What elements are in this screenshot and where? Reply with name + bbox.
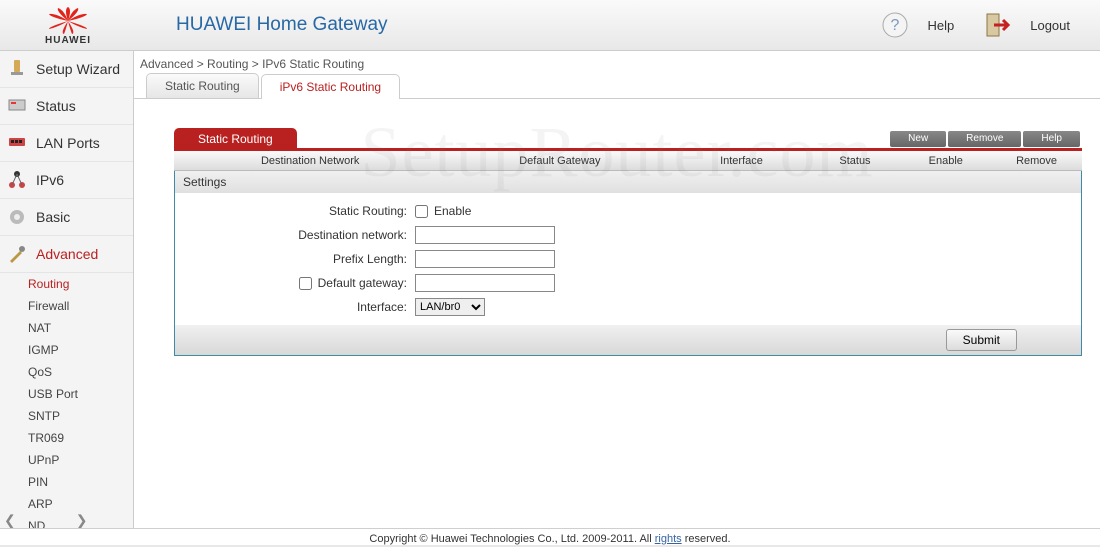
submit-bar: Submit (175, 325, 1081, 355)
help-button[interactable]: Help (1023, 131, 1080, 147)
interface-label: Interface: (175, 300, 415, 314)
subnav-item-nat[interactable]: NAT (28, 317, 133, 339)
subnav-item-qos[interactable]: QoS (28, 361, 133, 383)
submit-button[interactable]: Submit (946, 329, 1017, 351)
row-destination-network: Destination network: (175, 223, 1081, 247)
lan-ports-icon (6, 132, 28, 154)
prefix-length-label: Prefix Length: (175, 252, 415, 266)
main-content: SetupRouter.com Advanced > Routing > IPv… (134, 51, 1100, 531)
footer-pre: Copyright © Huawei Technologies Co., Ltd… (369, 533, 654, 545)
destination-network-input[interactable] (415, 226, 555, 244)
footer: Copyright © Huawei Technologies Co., Ltd… (0, 528, 1100, 545)
wizard-icon (6, 58, 28, 80)
table-column-headers: Destination Network Default Gateway Inte… (174, 151, 1082, 171)
help-icon[interactable]: ? (881, 11, 909, 39)
status-icon (6, 95, 28, 117)
tools-icon (6, 243, 28, 265)
gear-icon (6, 206, 28, 228)
tab-ipv6-static-routing[interactable]: iPv6 Static Routing (261, 74, 400, 99)
new-button[interactable]: New (890, 131, 946, 147)
sidebar: Setup Wizard Status LAN Ports IPv6 Basic… (0, 51, 134, 531)
sidebar-scroll-arrows: ❮ ❯ (4, 512, 87, 529)
enable-static-routing-checkbox[interactable] (415, 205, 428, 218)
sidebar-item-label: Advanced (36, 246, 98, 262)
sidebar-item-label: IPv6 (36, 172, 64, 188)
settings-panel: Settings Static Routing: Enable Destinat… (174, 171, 1082, 356)
col-status: Status (810, 155, 901, 167)
section-header-bar: Static Routing New Remove Help (174, 129, 1082, 151)
sidebar-item-ipv6[interactable]: IPv6 (0, 162, 133, 199)
sidebar-item-lan-ports[interactable]: LAN Ports (0, 125, 133, 162)
destination-network-label: Destination network: (175, 228, 415, 242)
brand-text: HUAWEI (45, 35, 91, 46)
row-prefix-length: Prefix Length: (175, 247, 1081, 271)
subnav-item-upnp[interactable]: UPnP (28, 449, 133, 471)
chevron-right-icon[interactable]: ❯ (76, 512, 88, 529)
static-routing-label: Static Routing: (175, 204, 415, 218)
help-link[interactable]: Help (927, 18, 954, 33)
sidebar-item-setup-wizard[interactable]: Setup Wizard (0, 51, 133, 88)
settings-label: Settings (175, 171, 1081, 193)
huawei-flower-icon (46, 7, 90, 35)
prefix-length-input[interactable] (415, 250, 555, 268)
remove-button[interactable]: Remove (948, 131, 1021, 147)
section-title: Static Routing (174, 128, 297, 150)
col-enable: Enable (900, 155, 991, 167)
sidebar-item-status[interactable]: Status (0, 88, 133, 125)
default-gateway-input[interactable] (415, 274, 555, 292)
brand-logo: HUAWEI (0, 4, 136, 46)
subnav-item-firewall[interactable]: Firewall (28, 295, 133, 317)
row-interface: Interface: LAN/br0 (175, 295, 1081, 319)
sidebar-item-label: Basic (36, 209, 70, 225)
ipv6-icon (6, 169, 28, 191)
row-static-routing: Static Routing: Enable (175, 199, 1081, 223)
sidebar-item-basic[interactable]: Basic (0, 199, 133, 236)
breadcrumb: Advanced > Routing > IPv6 Static Routing (134, 51, 1100, 73)
subnav-item-igmp[interactable]: IGMP (28, 339, 133, 361)
header-bar: HUAWEI HUAWEI Home Gateway ? Help Logout (0, 0, 1100, 51)
footer-rights-link[interactable]: rights (655, 533, 682, 545)
footer-post: reserved. (682, 533, 731, 545)
subnav-item-routing[interactable]: Routing (28, 273, 133, 295)
tab-bar: Static Routing iPv6 Static Routing (134, 73, 1100, 99)
sidebar-item-label: Status (36, 98, 76, 114)
logout-icon[interactable] (984, 11, 1012, 39)
col-destination-network: Destination Network (174, 155, 446, 167)
subnav-item-pin[interactable]: PIN (28, 471, 133, 493)
col-remove: Remove (991, 155, 1082, 167)
sidebar-item-label: Setup Wizard (36, 61, 120, 77)
subnav-item-sntp[interactable]: SNTP (28, 405, 133, 427)
subnav-item-tr069[interactable]: TR069 (28, 427, 133, 449)
col-interface: Interface (673, 155, 809, 167)
advanced-subnav: Routing Firewall NAT IGMP QoS USB Port S… (0, 273, 133, 531)
default-gateway-label: Default gateway: (318, 276, 407, 290)
app-title: HUAWEI Home Gateway (176, 14, 881, 36)
sidebar-item-advanced[interactable]: Advanced (0, 236, 133, 273)
chevron-left-icon[interactable]: ❮ (4, 512, 16, 529)
svg-text:?: ? (891, 17, 900, 34)
col-default-gateway: Default Gateway (446, 155, 673, 167)
default-gateway-checkbox[interactable] (299, 277, 312, 290)
tab-static-routing[interactable]: Static Routing (146, 73, 259, 98)
enable-label: Enable (434, 204, 471, 218)
interface-select[interactable]: LAN/br0 (415, 298, 485, 316)
sidebar-item-label: LAN Ports (36, 135, 100, 151)
logout-link[interactable]: Logout (1030, 18, 1070, 33)
subnav-item-usb-port[interactable]: USB Port (28, 383, 133, 405)
row-default-gateway: Default gateway: (175, 271, 1081, 295)
